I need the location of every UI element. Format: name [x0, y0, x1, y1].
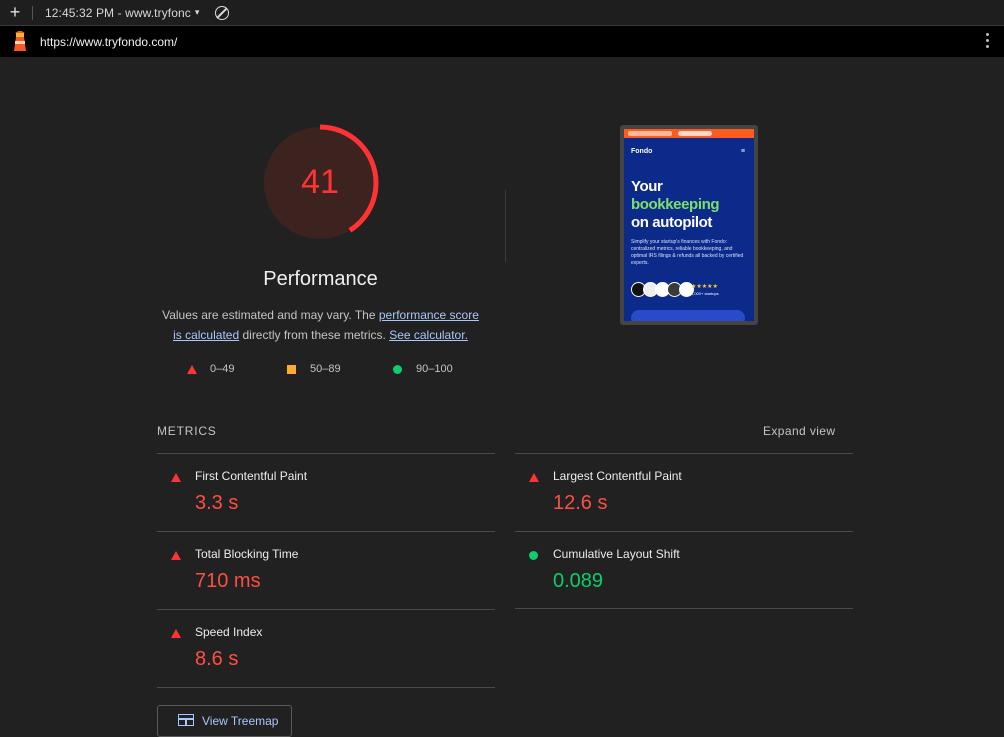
performance-title: Performance [263, 268, 378, 290]
hero-headline: Your bookkeeping on autopilot [631, 178, 720, 232]
menu-icon: ≡ [740, 148, 745, 155]
more-options-icon[interactable] [986, 33, 990, 48]
metrics-divider [515, 608, 853, 609]
metric-speed-index: Speed Index 8.6 s [157, 610, 495, 687]
legend-pass: 90–100 [393, 363, 453, 375]
metric-cumulative-layout-shift: Cumulative Layout Shift 0.089 [515, 532, 853, 609]
metric-largest-contentful-paint: Largest Contentful Paint 12.6 s [515, 454, 853, 531]
tab-title[interactable]: 12:45:32 PM - www.tryfonc [45, 6, 191, 20]
final-screenshot[interactable]: Fondo ≡ Your bookkeeping on autopilot Si… [620, 125, 758, 325]
new-tab-button[interactable]: + [0, 0, 30, 25]
tab-bar: + 12:45:32 PM - www.tryfonc ▾ [0, 0, 1004, 26]
treemap-icon [178, 714, 194, 726]
startups-count: 1,000+ startups [691, 291, 719, 296]
tab-separator [32, 5, 33, 20]
metric-name: Total Blocking Time [195, 547, 299, 561]
metric-name: First Contentful Paint [195, 469, 308, 483]
fail-triangle-icon [171, 629, 181, 638]
blocked-icon[interactable] [215, 5, 230, 20]
legend-label: 90–100 [416, 363, 453, 375]
report-content [0, 57, 1004, 731]
metric-value: 12.6 s [553, 492, 608, 514]
description-middle: directly from these metrics. [239, 328, 390, 342]
hero-subtext: Simplify your startup's finances with Fo… [631, 239, 744, 266]
headline-line-1: Your [631, 178, 663, 195]
triangle-icon [187, 364, 197, 374]
vertical-divider [505, 190, 506, 262]
screenshot-screen: Fondo ≡ Your bookkeeping on autopilot Si… [624, 129, 754, 321]
square-icon [287, 364, 296, 374]
legend-fail: 0–49 [187, 363, 234, 375]
see-calculator-link[interactable]: See calculator. [389, 328, 468, 342]
pass-circle-icon [529, 551, 538, 560]
fail-triangle-icon [171, 551, 181, 560]
legend-label: 0–49 [210, 363, 235, 375]
brand-logo: Fondo [631, 148, 653, 155]
headline-line-2: bookkeeping [631, 196, 720, 213]
rating-stars: ★★★★★ [691, 284, 718, 290]
view-treemap-button[interactable]: View Treemap [157, 705, 292, 737]
description-prefix: Values are estimated and may vary. The [162, 308, 379, 322]
metrics-heading: METRICS [157, 424, 217, 438]
performance-gauge: 41 [261, 124, 379, 242]
metric-first-contentful-paint: First Contentful Paint 3.3 s [157, 454, 495, 531]
page-url[interactable]: https://www.tryfondo.com/ [40, 35, 177, 49]
fail-triangle-icon [171, 473, 181, 482]
metric-name: Cumulative Layout Shift [553, 547, 680, 561]
metrics-divider [157, 687, 495, 688]
fail-triangle-icon [529, 473, 539, 482]
metric-total-blocking-time: Total Blocking Time 710 ms [157, 532, 495, 609]
metric-value: 8.6 s [195, 648, 239, 670]
metric-value: 710 ms [195, 570, 261, 592]
promo-banner [624, 129, 754, 138]
headline-line-3: on autopilot [631, 214, 713, 231]
metric-value: 3.3 s [195, 492, 239, 514]
metric-name: Largest Contentful Paint [553, 469, 682, 483]
circle-icon [393, 364, 402, 374]
metric-value: 0.089 [553, 570, 604, 592]
legend-average: 50–89 [287, 363, 341, 375]
legend-label: 50–89 [310, 363, 341, 375]
lighthouse-icon [14, 30, 26, 51]
address-bar: https://www.tryfondo.com/ [0, 26, 1004, 57]
view-treemap-label: View Treemap [202, 714, 279, 728]
expand-view-toggle[interactable]: Expand view [763, 424, 835, 438]
customer-avatars [631, 282, 694, 297]
tab-menu-icon[interactable]: ▾ [195, 7, 200, 18]
cta-input [631, 310, 745, 321]
score-description: Values are estimated and may vary. The p… [158, 305, 483, 345]
metric-name: Speed Index [195, 625, 263, 639]
performance-score: 41 [301, 163, 339, 201]
